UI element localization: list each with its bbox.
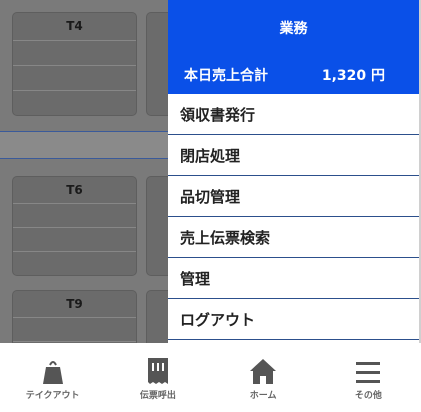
- menu-item-admin[interactable]: 管理: [168, 258, 419, 299]
- menu-icon: [353, 355, 383, 385]
- menu-title: 業務: [279, 21, 308, 37]
- home-icon: [248, 355, 278, 385]
- menu-item-closing[interactable]: 閉店処理: [168, 135, 419, 176]
- daily-sales-total: 本日売上合計 1,320 円: [168, 56, 419, 94]
- menu-item-label: 品切管理: [180, 187, 241, 206]
- nav-takeout[interactable]: テイクアウト: [0, 343, 105, 412]
- table-label: T4: [66, 19, 83, 33]
- receipt-icon: [143, 355, 173, 385]
- menu-item-label: 閉店処理: [180, 146, 241, 165]
- nav-home[interactable]: ホーム: [211, 343, 316, 412]
- nav-label: ホーム: [249, 391, 277, 401]
- table-label: T6: [66, 183, 83, 197]
- nav-label: その他: [354, 391, 382, 401]
- menu-item-label: 領収書発行: [180, 105, 256, 124]
- table-label: T9: [66, 297, 83, 311]
- table-card-t4[interactable]: T4: [12, 12, 137, 116]
- table-card-t6[interactable]: T6: [12, 176, 137, 276]
- table-card-t9[interactable]: T9: [12, 290, 137, 343]
- menu-item-label: 売上伝票検索: [180, 228, 271, 247]
- daily-sales-value: 1,320 円: [321, 68, 385, 84]
- nav-label: テイクアウト: [25, 391, 80, 401]
- nav-receipt-recall[interactable]: 伝票呼出: [105, 343, 210, 412]
- menu-item-label: 管理: [180, 269, 211, 288]
- menu-item-sales-search[interactable]: 売上伝票検索: [168, 217, 419, 258]
- menu-item-logout[interactable]: ログアウト: [168, 299, 419, 340]
- daily-sales-label: 本日売上合計: [184, 68, 268, 84]
- section-gap: [0, 132, 168, 158]
- business-menu-panel: 業務 本日売上合計 1,320 円 領収書発行 閉店処理 品切管理 売上伝票検索…: [168, 0, 419, 343]
- menu-header: 業務 本日売上合計 1,320 円: [168, 0, 419, 94]
- nav-label: 伝票呼出: [139, 391, 176, 401]
- menu-item-label: ログアウト: [180, 310, 256, 329]
- takeout-bag-icon: [38, 355, 68, 385]
- nav-other[interactable]: その他: [316, 343, 421, 412]
- menu-item-sold-out[interactable]: 品切管理: [168, 176, 419, 217]
- menu-item-receipt-issue[interactable]: 領収書発行: [168, 94, 419, 135]
- section-divider: [0, 158, 168, 159]
- bottom-nav: テイクアウト 伝票呼出 ホーム その他: [0, 343, 421, 412]
